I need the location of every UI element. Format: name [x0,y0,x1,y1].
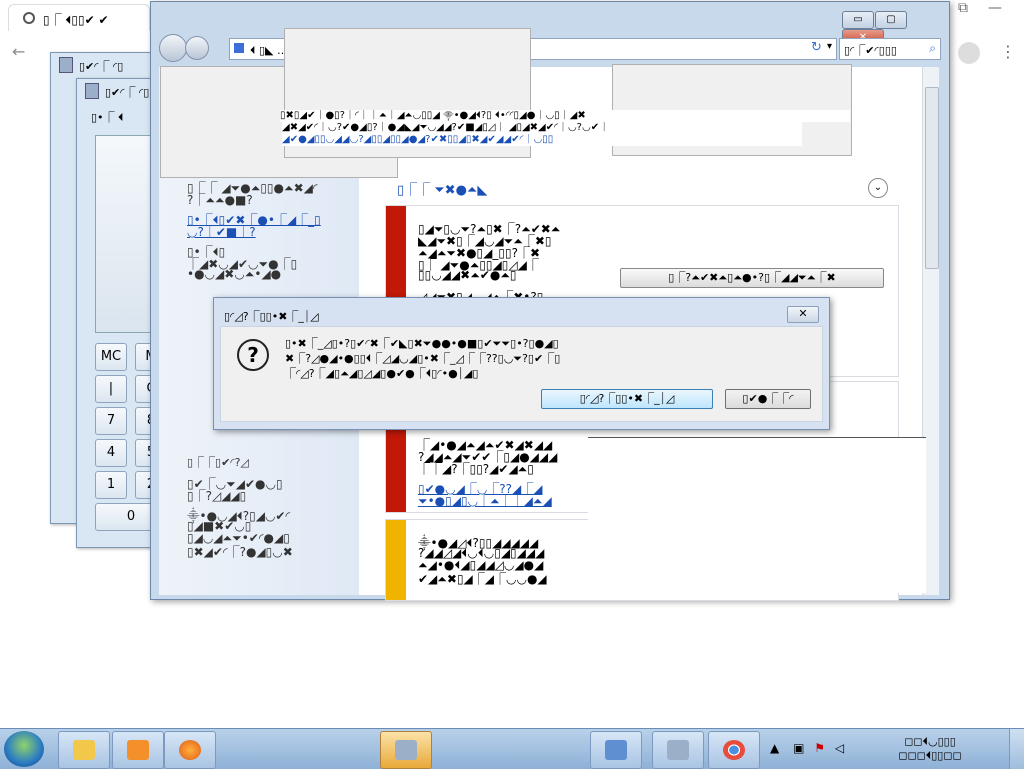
sidebar-text: ?⎾⏶⏶●■? [187,193,253,207]
calc-key-4[interactable]: 4 [95,439,127,467]
taskbar-firefox[interactable] [164,731,216,769]
network-icon[interactable]: ▣ [793,741,804,755]
volume-icon[interactable]: ◁ [835,741,844,755]
dialog-message-line: ▯•✖⎾_◿▯•?▯✔◜✖⎾✔◣▯✖⏷●●•●■▯✔⏷⏷▯•?▯●◢▯ [285,337,559,350]
search-icon[interactable]: ⌕ [929,41,936,56]
popup-text-line: ◢✖◢✔◜⎾◡?✔●◢▯?⎾●◢◣◢⏷◡◢◢?✔■◢▯◿⎾ ◢▯◢✖◢✔◜⎾◡?… [282,122,802,134]
control-panel-icon [605,740,627,760]
popup-text-line: ◢✔●◢▯▯◡◢◢◡?◢▯▯◢▯▯◢●◢?✔✖▯▯◢▯✖◢✔◢◢✔◜⎾◡▯▯ [282,134,802,146]
calculator-icon [59,57,73,73]
chevron-down-icon[interactable]: ▾ [827,41,832,52]
ie-back-button[interactable] [159,34,187,62]
ie-maximize-button[interactable]: ▢ [875,11,907,29]
chrome-tab-title: ▯⎾ ⏴▯▯✔ ✔ [43,13,109,27]
clock-date: ◻◻◻⏴▯▯◻◻ [898,749,962,762]
dialog-close-button[interactable]: ✕ [787,306,819,323]
show-desktop-button[interactable] [1009,729,1024,769]
site-flag-icon [234,43,244,53]
ie-forward-button[interactable] [185,36,209,60]
scrollbar-thumb[interactable] [925,87,939,269]
taskbar-control-panel[interactable] [590,731,642,769]
action-center-icon[interactable]: ⚑ [814,741,825,755]
taskbar-calculator[interactable] [380,731,432,769]
panel-action-button[interactable]: ▯⎾?⏶✔✖⏶▯⏶●•?▯⎾◢◢⏷⏶⎾✖ [620,268,884,288]
sidebar-text: ▯⎾?◿◢◢▯ [187,489,247,503]
ie-search-box[interactable]: ▯◜⎾✔◜▯▯▯ ⌕ [839,38,941,60]
chrome-profile-avatar[interactable] [958,42,980,64]
dialog-confirm-button[interactable]: ▯◜◿?⎾▯▯•✖⎾_⏐◿ [541,389,713,409]
sidebar-text: ▯✖◢✔◜⎾?●◢▯◡✖ [187,545,293,559]
taskbar-chrome[interactable] [708,731,760,769]
dialog-cancel-button[interactable]: ▯✔●⎾⎾◜ [725,389,811,409]
calculator-title: ▯✔◜⎾ ◜▯ [79,60,124,73]
chrome-favicon-icon [23,12,35,24]
chevron-down-icon[interactable]: ⌄ [868,178,888,198]
media-icon [127,740,149,760]
clock-time: ◻◻⏴◡▯▯▯ [904,735,956,748]
dialog-body: ? ▯•✖⎾_◿▯•?▯✔◜✖⎾✔◣▯✖⏷●●•●■▯✔⏷⏷▯•?▯●◢▯ ✖⎾… [220,326,823,422]
panel-text: ▯▯◡◢◢✖⏶✔●⏶▯ [418,268,517,282]
calc-key-1[interactable]: 1 [95,471,127,499]
dialog-message: ▯•✖⎾_◿▯•?▯✔◜✖⎾✔◣▯✖⏷●●•●■▯✔⏷⏷▯•?▯●◢▯ ✖⎾?◿… [285,336,815,381]
popup-text-line: ▯✖▯◢✔⎾●▯?⎾◜⎾⎾⏶⎾◢⏶◡▯▯◢ ⸎•●◢⏴?▯ ⏴•◜◜▯◢●⎾◡▯… [280,110,850,122]
chrome-menu-icon[interactable]: ⋮ [1000,42,1016,61]
ie-search-text: ▯◜⎾✔◜▯▯▯ [844,44,897,57]
calculator-icon [667,740,689,760]
taskbar-media-player[interactable] [112,731,164,769]
section-heading: ▯⎾⎾ ⏷✖●⏶◣ [397,183,488,198]
calc-key-mc[interactable]: MC [95,343,127,371]
dialog-message-line: ✖⎾?◿●◢•●▯▯⏴⎾◿◢◡◢▯•✖⎾_◿⎾⎾??▯◡⏷?▯✔⎾▯ [285,352,561,365]
chrome-icon [723,740,745,760]
clock[interactable]: ◻◻⏴◡▯▯▯ ◻◻◻⏴▯▯◻◻ [870,735,990,763]
dialog-message-line: ⎾◜◿?⎾◢▯⏶◢▯◿◢▯●✔●⎾⏴▯◜•●⏐◢▯ [285,367,479,380]
calculator-icon [85,83,99,99]
folder-icon [73,740,95,760]
start-button[interactable] [4,731,44,767]
taskbar-calculator-2[interactable] [652,731,704,769]
panel-text: ⎾⎾◢?⎾▯▯?◢✔◢⏶▯ [418,462,534,476]
taskbar: ▲ ▣ ⚑ ◁ ◻◻⏴◡▯▯▯ ◻◻◻⏴▯▯◻◻ [0,728,1024,769]
sidebar-text: ▯⎾⎾▯✔◜?◿ [187,456,249,469]
calculator-icon [395,740,417,760]
system-tray: ▲ ▣ ⚑ ◁ [770,741,844,755]
calc-key-backspace[interactable]: | [95,375,127,403]
ie-minimize-button[interactable]: ▭ [842,11,874,29]
taskbar-explorer[interactable] [58,731,110,769]
sidebar-link[interactable]: ◡?⎾✔■⎾? [187,223,256,240]
calculator-title: ▯✔◜⎾ ◜▯ [105,86,150,99]
firefox-icon [179,740,201,760]
question-icon: ? [237,339,269,371]
chrome-restore-icon[interactable]: ⧉ [958,0,968,16]
chrome-minimize-icon[interactable]: — [988,0,1002,16]
confirm-dialog: ▯◜◿?⎾▯▯•✖⎾_⏐◿ ✕ ? ▯•✖⎾_◿▯•?▯✔◜✖⎾✔◣▯✖⏷●●•… [213,297,830,430]
chrome-back-icon[interactable]: ← [12,42,25,61]
severity-bar-yellow [386,520,406,600]
panel-text: ✔◢⏶✖▯◢⎾◢⎾◡◡●◢ [418,572,547,586]
calculator-menu[interactable]: ▯•⎾ ⏴ [91,109,124,125]
tray-expand-icon[interactable]: ▲ [770,741,779,755]
chrome-tab[interactable]: ▯⎾ ⏴▯▯✔ ✔ [8,4,150,31]
sidebar-text: •●◡◢✖◡⏶•◢● [187,267,282,281]
refresh-icon[interactable]: ↻ [811,40,822,55]
panel-link[interactable]: ⏷•●▯◢▯◡⎾⏶⎾⎾◢⏶◢ [418,492,552,509]
dialog-title: ▯◜◿?⎾▯▯•✖⎾_⏐◿ [224,310,319,323]
blank-overlay [588,437,926,593]
calc-key-7[interactable]: 7 [95,407,127,435]
